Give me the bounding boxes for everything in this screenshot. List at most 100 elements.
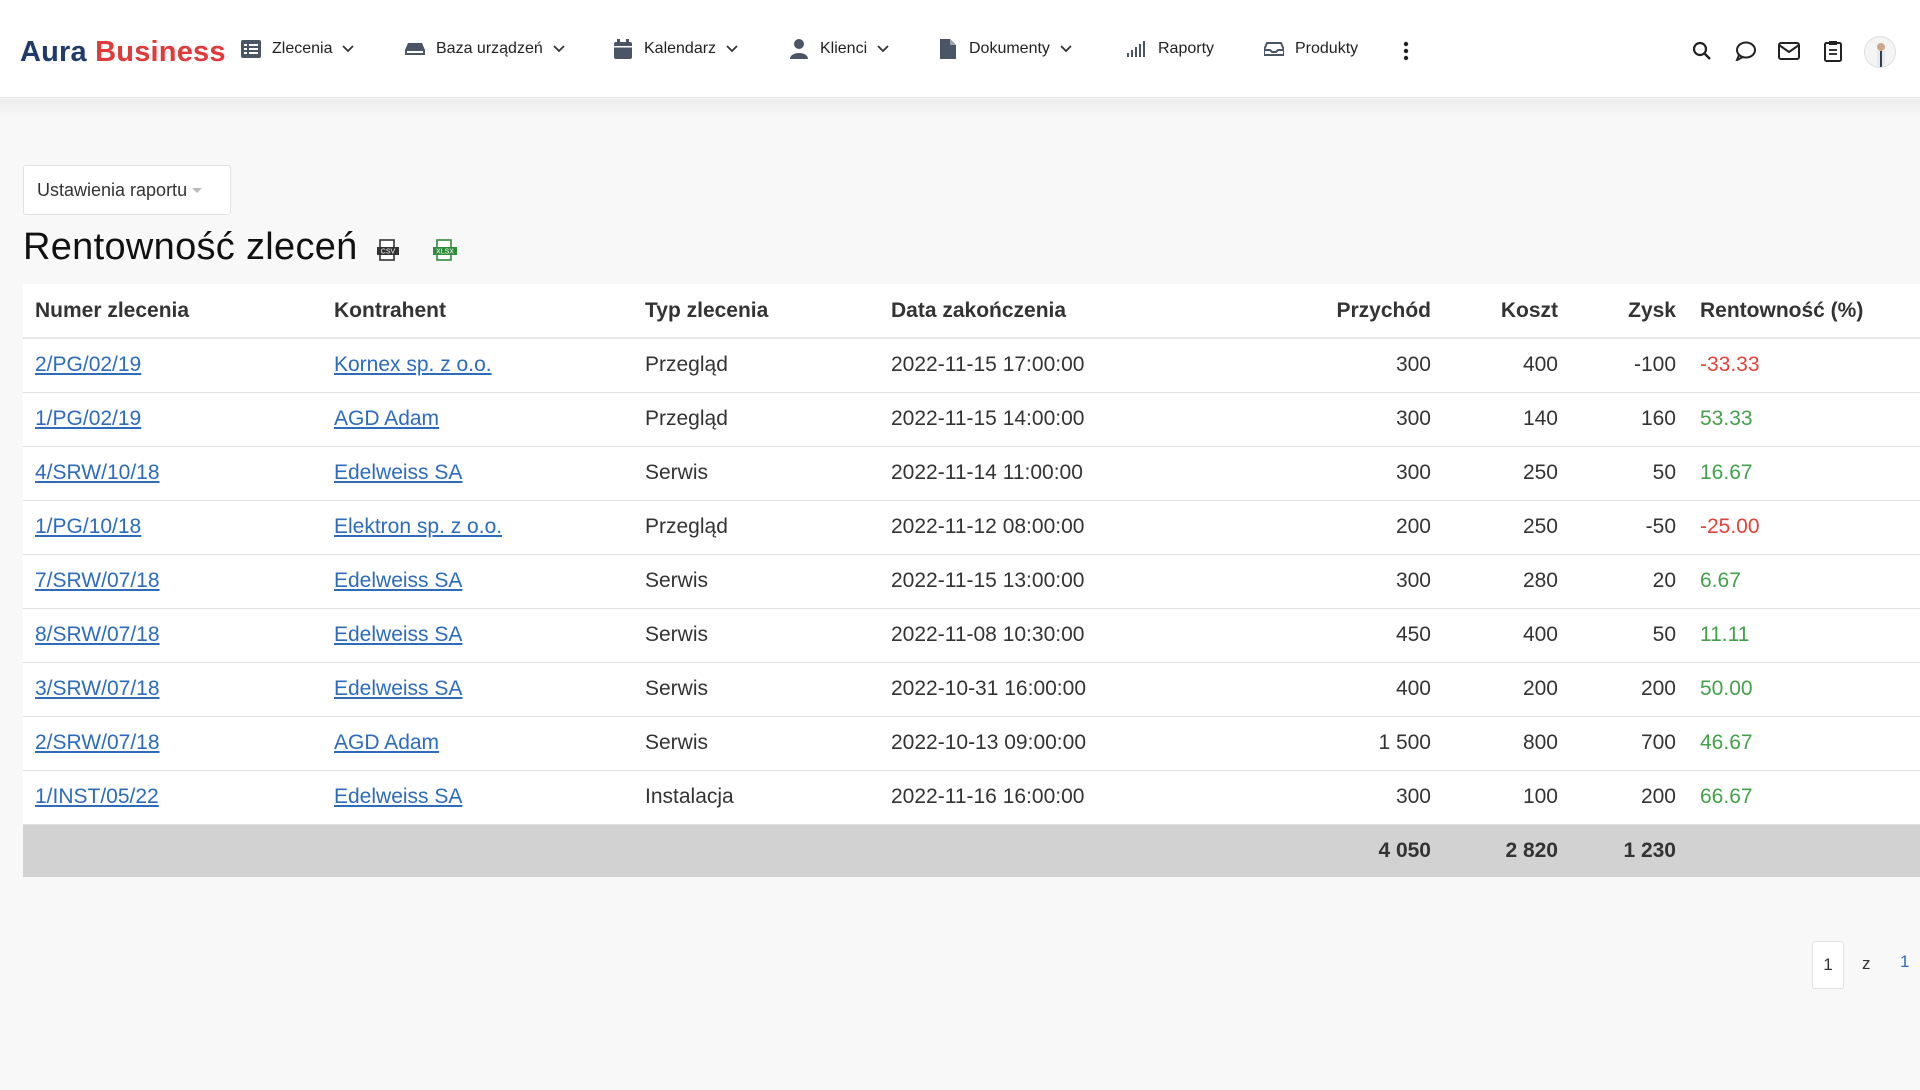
profit-value: 50	[1558, 446, 1676, 501]
order-number-link[interactable]: 7/SRW/07/18	[35, 569, 160, 592]
column-header-rentownosc[interactable]: Rentowność (%)	[1700, 284, 1920, 339]
profit-value: 160	[1558, 392, 1676, 447]
margin-value: 16.67	[1700, 446, 1920, 501]
total-profit: 1 230	[1558, 824, 1676, 877]
client-link[interactable]: AGD Adam	[334, 731, 439, 754]
order-number-link[interactable]: 2/SRW/07/18	[35, 731, 160, 754]
order-type: Przegląd	[645, 392, 891, 447]
nav-item-kalendarz[interactable]: Kalendarz	[612, 0, 738, 98]
avatar[interactable]	[1864, 36, 1896, 68]
nav-item-raporty[interactable]: Raporty	[1126, 0, 1214, 98]
client-link[interactable]: Edelweiss SA	[334, 785, 462, 808]
chat-icon[interactable]	[1735, 40, 1757, 62]
cost-value: 140	[1431, 392, 1558, 447]
client-link[interactable]: AGD Adam	[334, 407, 439, 430]
order-type: Serwis	[645, 716, 891, 771]
profit-value: 200	[1558, 770, 1676, 825]
table-row: 2/SRW/07/18 AGD Adam Serwis 2022-10-13 09:0…	[23, 716, 1920, 771]
client-link[interactable]: Edelweiss SA	[334, 677, 462, 700]
table-row: 8/SRW/07/18 Edelweiss SA Serwis 2022-11-08 …	[23, 608, 1920, 663]
order-number-link[interactable]: 1/INST/05/22	[35, 785, 159, 808]
device-icon	[404, 38, 426, 60]
order-type: Serwis	[645, 446, 891, 501]
page-title: Rentowność zleceń	[23, 226, 358, 268]
margin-value: 6.67	[1700, 554, 1920, 609]
mail-icon[interactable]	[1778, 40, 1800, 62]
revenue-value: 300	[1191, 446, 1431, 501]
nav-label: Raporty	[1158, 40, 1215, 57]
nav-item-dokumenty[interactable]: Dokumenty	[937, 0, 1072, 98]
nav-label: Dokumenty	[969, 40, 1050, 57]
margin-value: 50.00	[1700, 662, 1920, 717]
column-header-koszt[interactable]: Koszt	[1431, 284, 1558, 339]
inbox-icon	[1263, 38, 1285, 60]
caret-down-icon	[192, 187, 203, 193]
nav-item-zlecenia[interactable]: Zlecenia	[240, 0, 355, 98]
nav-label: Produkty	[1295, 40, 1359, 57]
column-header-numer[interactable]: Numer zlecenia	[35, 284, 334, 339]
more-vertical-icon[interactable]	[1395, 40, 1417, 62]
order-number-link[interactable]: 4/SRW/10/18	[35, 461, 160, 484]
clipboard-icon[interactable]	[1822, 40, 1844, 62]
completion-date: 2022-11-12 08:00:00	[891, 500, 1191, 555]
cost-value: 400	[1431, 338, 1558, 393]
column-header-data[interactable]: Data zakończenia	[891, 284, 1191, 339]
order-number-link[interactable]: 3/SRW/07/18	[35, 677, 160, 700]
export-xlsx-icon[interactable]: XLSX	[432, 238, 457, 262]
report-settings-label: Ustawienia raportu	[37, 179, 188, 200]
order-type: Przegląd	[645, 500, 891, 555]
table-row: 3/SRW/07/18 Edelweiss SA Serwis 2022-10-31 …	[23, 662, 1920, 717]
completion-date: 2022-11-16 16:00:00	[891, 770, 1191, 825]
order-number-link[interactable]: 1/PG/02/19	[35, 407, 141, 430]
client-link[interactable]: Edelweiss SA	[334, 569, 462, 592]
report-settings-button[interactable]: Ustawienia raportu	[23, 165, 231, 215]
order-number-link[interactable]: 1/PG/10/18	[35, 515, 141, 538]
pagination-of-label: z	[1862, 954, 1871, 973]
order-number-link[interactable]: 2/PG/02/19	[35, 353, 141, 376]
pagination-total-pages[interactable]: 1	[1900, 952, 1909, 972]
cost-value: 800	[1431, 716, 1558, 771]
completion-date: 2022-11-15 17:00:00	[891, 338, 1191, 393]
revenue-value: 450	[1191, 608, 1431, 663]
table-row: 7/SRW/07/18 Edelweiss SA Serwis 2022-11-15 …	[23, 554, 1920, 609]
completion-date: 2022-11-15 14:00:00	[891, 392, 1191, 447]
cost-value: 250	[1431, 500, 1558, 555]
client-link[interactable]: Edelweiss SA	[334, 461, 462, 484]
order-type: Serwis	[645, 662, 891, 717]
logo-text-business: Business	[95, 36, 226, 68]
completion-date: 2022-11-14 11:00:00	[891, 446, 1191, 501]
chevron-down-icon	[342, 43, 355, 55]
nav-item-produkty[interactable]: Produkty	[1263, 0, 1358, 98]
revenue-value: 400	[1191, 662, 1431, 717]
client-link[interactable]: Edelweiss SA	[334, 623, 462, 646]
chevron-down-icon	[877, 43, 889, 55]
app-logo[interactable]: Aura Business	[20, 36, 226, 69]
column-header-przychod[interactable]: Przychód	[1191, 284, 1431, 339]
profit-value: -50	[1558, 500, 1676, 555]
completion-date: 2022-11-15 13:00:00	[891, 554, 1191, 609]
client-link[interactable]: Elektron sp. z o.o.	[334, 515, 502, 538]
nav-item-baza-urzadzen[interactable]: Baza urządzeń	[404, 0, 565, 98]
pagination-current-page[interactable]: 1	[1812, 941, 1844, 989]
nav-item-klienci[interactable]: Klienci	[788, 0, 889, 98]
cost-value: 250	[1431, 446, 1558, 501]
client-link[interactable]: Kornex sp. z o.o.	[334, 353, 492, 376]
cost-value: 100	[1431, 770, 1558, 825]
total-cost: 2 820	[1431, 824, 1558, 877]
profitability-table: Numer zlecenia Kontrahent Typ zlecenia D…	[23, 284, 1920, 877]
list-icon	[240, 38, 262, 60]
column-header-zysk[interactable]: Zysk	[1558, 284, 1676, 339]
search-icon[interactable]	[1691, 40, 1713, 62]
nav-label: Zlecenia	[272, 40, 333, 57]
revenue-value: 300	[1191, 392, 1431, 447]
chevron-down-icon	[1060, 43, 1072, 55]
column-header-typ[interactable]: Typ zlecenia	[645, 284, 891, 339]
export-csv-icon[interactable]: CSV	[376, 238, 400, 262]
column-header-kontrahent[interactable]: Kontrahent	[334, 284, 645, 339]
order-number-link[interactable]: 8/SRW/07/18	[35, 623, 160, 646]
profit-value: 200	[1558, 662, 1676, 717]
order-type: Serwis	[645, 554, 891, 609]
order-type: Serwis	[645, 608, 891, 663]
margin-value: 46.67	[1700, 716, 1920, 771]
profit-value: 50	[1558, 608, 1676, 663]
